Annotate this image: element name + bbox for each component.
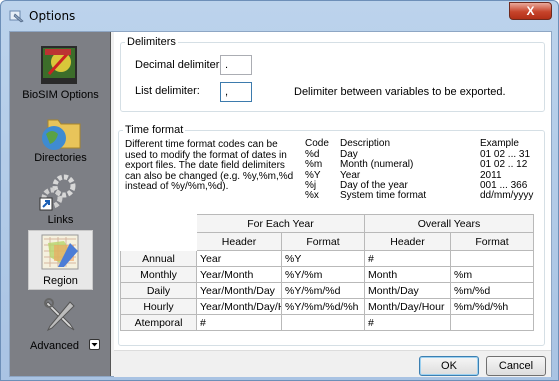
list-delimiter-label: List delimiter: [135,85,200,97]
row-header-atemporal: Atemporal [120,314,197,331]
grid-cell[interactable]: # [364,250,451,267]
grid-cell[interactable]: %Y/%m [281,266,365,283]
sidebar-item-label: Links [47,214,74,226]
column-header: Header [364,232,451,251]
table-row: Atemporal # # [120,314,534,331]
biosim-logo-icon [41,46,77,84]
grid-cell[interactable]: # [364,314,451,331]
grid-cell[interactable]: %Y/%m/%d [281,282,365,299]
sidebar-item-links[interactable]: Links [10,172,111,228]
sidebar-item-label: Region [43,275,78,287]
decimal-delimiter-input[interactable]: . [220,55,252,75]
code-column-header: Code [305,138,329,149]
code-example: dd/mm/yyyy [480,190,534,201]
row-header-hourly: Hourly [120,298,197,315]
description-column-header: Description [340,138,391,149]
title-bar[interactable]: Options X [1,1,558,31]
gears-link-icon [39,174,76,211]
list-delimiter-hint: Delimiter between variables to be export… [294,86,506,98]
delimiters-legend: Delimiters [125,36,178,48]
sidebar-item-region[interactable]: Region [28,230,93,290]
window-title: Options [29,9,76,23]
region-options-panel: Delimiters Decimal delimiter: . List del… [114,32,551,350]
column-header: Header [196,232,282,251]
grid-cell[interactable] [281,314,365,331]
options-app-icon [9,10,24,23]
grid-cell[interactable]: # [196,314,282,331]
table-row: Hourly Year/Month/Day/H %Y/%m/%d/%h Mont… [120,298,534,315]
options-sidebar: BioSIM Options Directories Links Region … [10,32,111,376]
folder-globe-icon [42,119,81,150]
column-header: Format [281,232,365,251]
close-button[interactable]: X [509,2,552,20]
ok-button[interactable]: OK [419,356,479,376]
dialog-footer: OK Cancel [114,350,551,377]
time-format-grid: For Each Year Overall Years Header Forma… [120,214,534,331]
table-row: Annual Year %Y # [120,250,534,267]
delimiters-group [120,42,545,112]
row-header-annual: Annual [120,250,197,267]
grid-cell[interactable]: Month/Day [364,282,451,299]
grid-cell[interactable]: Year/Month [196,266,282,283]
grid-cell[interactable]: Month [364,266,451,283]
grid-corner [120,232,197,251]
grid-cell[interactable]: Year/Month/Day/H [196,298,282,315]
time-format-legend: Time format [123,124,186,136]
code-description: System time format [340,190,427,201]
chevron-down-icon[interactable] [89,339,100,350]
decimal-delimiter-label: Decimal delimiter: [135,59,223,71]
grid-cell[interactable]: %Y [281,250,365,267]
grid-cell[interactable]: Month/Day/Hour [364,298,451,315]
code-description: Month (numeral) [340,159,414,170]
row-header-daily: Daily [120,282,197,299]
sidebar-item-biosim-options[interactable]: BioSIM Options [10,40,111,102]
grid-cell[interactable] [450,314,534,331]
grid-corner [120,214,197,233]
table-row: Daily Year/Month/Day %Y/%m/%d Month/Day … [120,282,534,299]
sidebar-item-advanced[interactable]: Advanced [10,294,111,354]
grid-cell[interactable]: Year/Month/Day [196,282,282,299]
grid-cell[interactable]: %m [450,266,534,283]
code-example: 01 02 .. 12 [480,159,528,170]
sidebar-item-label: BioSIM Options [22,89,99,101]
example-column-header: Example [480,138,519,149]
cancel-button[interactable]: Cancel [486,356,546,376]
grid-cell[interactable] [450,250,534,267]
time-format-description: Different time format codes can be used … [125,139,294,192]
sidebar-item-directories[interactable]: Directories [10,112,111,168]
grid-cell[interactable]: %Y/%m/%d/%h [281,298,365,315]
grid-cell[interactable]: Year [196,250,282,267]
code-value: %x [305,190,319,201]
column-header: Format [450,232,534,251]
tools-icon [44,298,75,332]
grid-cell[interactable]: %m/%d [450,282,534,299]
list-delimiter-input[interactable]: , [220,82,252,102]
region-map-icon [41,234,79,270]
sidebar-item-label: Directories [34,152,87,164]
group-header-for-each-year: For Each Year [196,214,365,233]
group-header-overall-years: Overall Years [364,214,534,233]
row-header-monthly: Monthly [120,266,197,283]
grid-cell[interactable]: %m/%d/%h [450,298,534,315]
code-value: %m [305,159,323,170]
options-window: Options X BioSIM Options Directories Lin… [0,0,559,381]
table-row: Monthly Year/Month %Y/%m Month %m [120,266,534,283]
dialog-content: BioSIM Options Directories Links Region … [9,31,552,377]
